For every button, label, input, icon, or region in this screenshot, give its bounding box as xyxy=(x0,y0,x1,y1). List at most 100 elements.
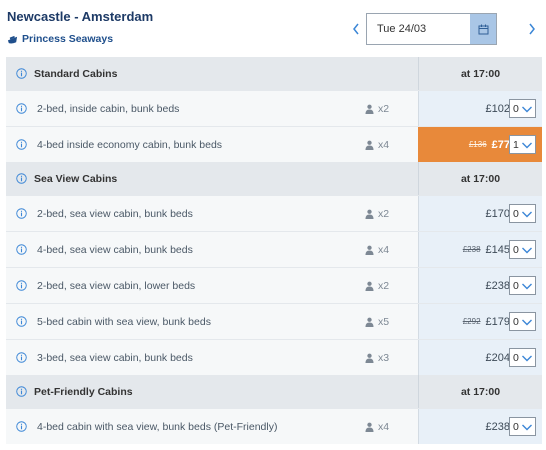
info-icon[interactable] xyxy=(16,208,27,219)
cabin-info: 2-bed, sea view cabin, lower beds x2 xyxy=(6,268,418,303)
cabin-description: 2-bed, sea view cabin, lower beds xyxy=(37,279,196,292)
section-header: Pet-Friendly Cabins at 17:00 xyxy=(6,375,542,408)
chevron-down-icon xyxy=(522,424,532,430)
calendar-icon xyxy=(478,24,488,34)
cabin-info: 4-bed cabin with sea view, bunk beds (Pe… xyxy=(6,409,418,444)
occupancy: x4 xyxy=(365,421,389,433)
chevron-down-icon xyxy=(522,247,532,253)
quantity-select[interactable]: 0 xyxy=(509,417,536,436)
info-icon[interactable] xyxy=(16,280,27,291)
cabin-description: 2-bed, inside cabin, bunk beds xyxy=(37,102,180,115)
quantity-select[interactable]: 0 xyxy=(509,204,536,223)
price: £145 xyxy=(485,243,510,256)
price: £204 xyxy=(485,351,510,364)
price-cell: £170 0 xyxy=(418,196,542,231)
section-title: Sea View Cabins xyxy=(34,172,118,185)
chevron-down-icon xyxy=(522,355,532,361)
quantity-value[interactable]: 0 xyxy=(510,352,520,364)
cabin-info: 2-bed, sea view cabin, bunk beds x2 xyxy=(6,196,418,231)
chevron-right-icon xyxy=(529,23,535,35)
quantity-select[interactable]: 0 xyxy=(509,99,536,118)
route-title: Newcastle - Amsterdam xyxy=(7,9,154,24)
next-date-button[interactable] xyxy=(524,13,540,45)
occupancy-count: x2 xyxy=(378,102,390,115)
cabin-info: 5-bed cabin with sea view, bunk beds x5 xyxy=(6,304,418,339)
occupancy: x4 xyxy=(365,139,389,151)
info-icon[interactable] xyxy=(16,386,27,397)
info-icon[interactable] xyxy=(16,421,27,432)
price: £179 xyxy=(485,315,510,328)
price: £77 xyxy=(491,138,510,151)
quantity-select[interactable]: 0 xyxy=(509,276,536,295)
chevron-down-icon xyxy=(522,106,532,112)
price-cell: £238 0 xyxy=(418,409,542,444)
occupancy-count: x2 xyxy=(378,207,390,220)
price: £238 xyxy=(485,279,510,292)
person-icon xyxy=(365,209,374,219)
date-input[interactable]: Tue 24/03 xyxy=(366,13,497,45)
quantity-value[interactable]: 1 xyxy=(510,139,520,151)
occupancy: x4 xyxy=(365,244,389,256)
old-price: £136 xyxy=(468,140,487,149)
info-icon[interactable] xyxy=(16,68,27,79)
cabin-description: 5-bed cabin with sea view, bunk beds xyxy=(37,315,211,328)
section-header-left: Sea View Cabins xyxy=(6,162,418,195)
chevron-down-icon xyxy=(522,319,532,325)
quantity-value[interactable]: 0 xyxy=(510,244,520,256)
chevron-down-icon xyxy=(522,283,532,289)
section-header: Sea View Cabins at 17:00 xyxy=(6,162,542,195)
info-icon[interactable] xyxy=(16,103,27,114)
person-icon xyxy=(365,353,374,363)
cabin-row: 2-bed, sea view cabin, bunk beds x2 £170 0 xyxy=(6,195,542,231)
info-icon[interactable] xyxy=(16,352,27,363)
cabin-table: Standard Cabins at 17:00 2-bed, inside cab… xyxy=(6,57,542,444)
departure-time: at 17:00 xyxy=(460,67,501,80)
occupancy-count: x5 xyxy=(378,315,390,328)
quantity-value[interactable]: 0 xyxy=(510,316,520,328)
section-header: Standard Cabins at 17:00 xyxy=(6,57,542,90)
previous-date-button[interactable] xyxy=(348,13,364,45)
ship-icon xyxy=(7,35,18,43)
quantity-value[interactable]: 0 xyxy=(510,208,520,220)
occupancy: x2 xyxy=(365,280,389,292)
cabin-row: 5-bed cabin with sea view, bunk beds x5 £2… xyxy=(6,303,542,339)
info-icon[interactable] xyxy=(16,173,27,184)
price-cell: £292 £179 0 xyxy=(418,304,542,339)
cabin-description: 3-bed, sea view cabin, bunk beds xyxy=(37,351,193,364)
occupancy-count: x2 xyxy=(378,279,390,292)
section-time-cell: at 17:00 xyxy=(418,375,542,408)
occupancy: x5 xyxy=(365,316,389,328)
chevron-down-icon xyxy=(522,211,532,217)
quantity-select[interactable]: 0 xyxy=(509,312,536,331)
person-icon xyxy=(365,281,374,291)
cabin-description: 2-bed, sea view cabin, bunk beds xyxy=(37,207,193,220)
price: £238 xyxy=(485,420,510,433)
date-value[interactable]: Tue 24/03 xyxy=(367,14,470,44)
occupancy: x2 xyxy=(365,103,389,115)
departure-time: at 17:00 xyxy=(460,385,501,398)
person-icon xyxy=(365,422,374,432)
occupancy-count: x4 xyxy=(378,420,390,433)
info-icon[interactable] xyxy=(16,244,27,255)
quantity-select[interactable]: 1 xyxy=(509,135,536,154)
cabin-row: 4-bed, sea view cabin, bunk beds x4 £238 £1… xyxy=(6,231,542,267)
header: Newcastle - Amsterdam Princess Seaways T… xyxy=(0,0,546,56)
quantity-select[interactable]: 0 xyxy=(509,240,536,259)
cabin-info: 4-bed inside economy cabin, bunk beds x4 xyxy=(6,127,418,162)
quantity-value[interactable]: 0 xyxy=(510,280,520,292)
cabin-info: 3-bed, sea view cabin, bunk beds x3 xyxy=(6,340,418,375)
quantity-value[interactable]: 0 xyxy=(510,421,520,433)
occupancy: x3 xyxy=(365,352,389,364)
cabin-description: 4-bed inside economy cabin, bunk beds xyxy=(37,138,223,151)
cabin-description: 4-bed, sea view cabin, bunk beds xyxy=(37,243,193,256)
cabin-row: 3-bed, sea view cabin, bunk beds x3 £204 0 xyxy=(6,339,542,375)
info-icon[interactable] xyxy=(16,139,27,150)
quantity-select[interactable]: 0 xyxy=(509,348,536,367)
info-icon[interactable] xyxy=(16,316,27,327)
cabin-row: 4-bed cabin with sea view, bunk beds (Pe… xyxy=(6,408,542,444)
occupancy-count: x3 xyxy=(378,351,390,364)
old-price: £238 xyxy=(462,245,481,254)
cabin-info: 4-bed, sea view cabin, bunk beds x4 xyxy=(6,232,418,267)
calendar-button[interactable] xyxy=(470,14,496,44)
quantity-value[interactable]: 0 xyxy=(510,103,520,115)
